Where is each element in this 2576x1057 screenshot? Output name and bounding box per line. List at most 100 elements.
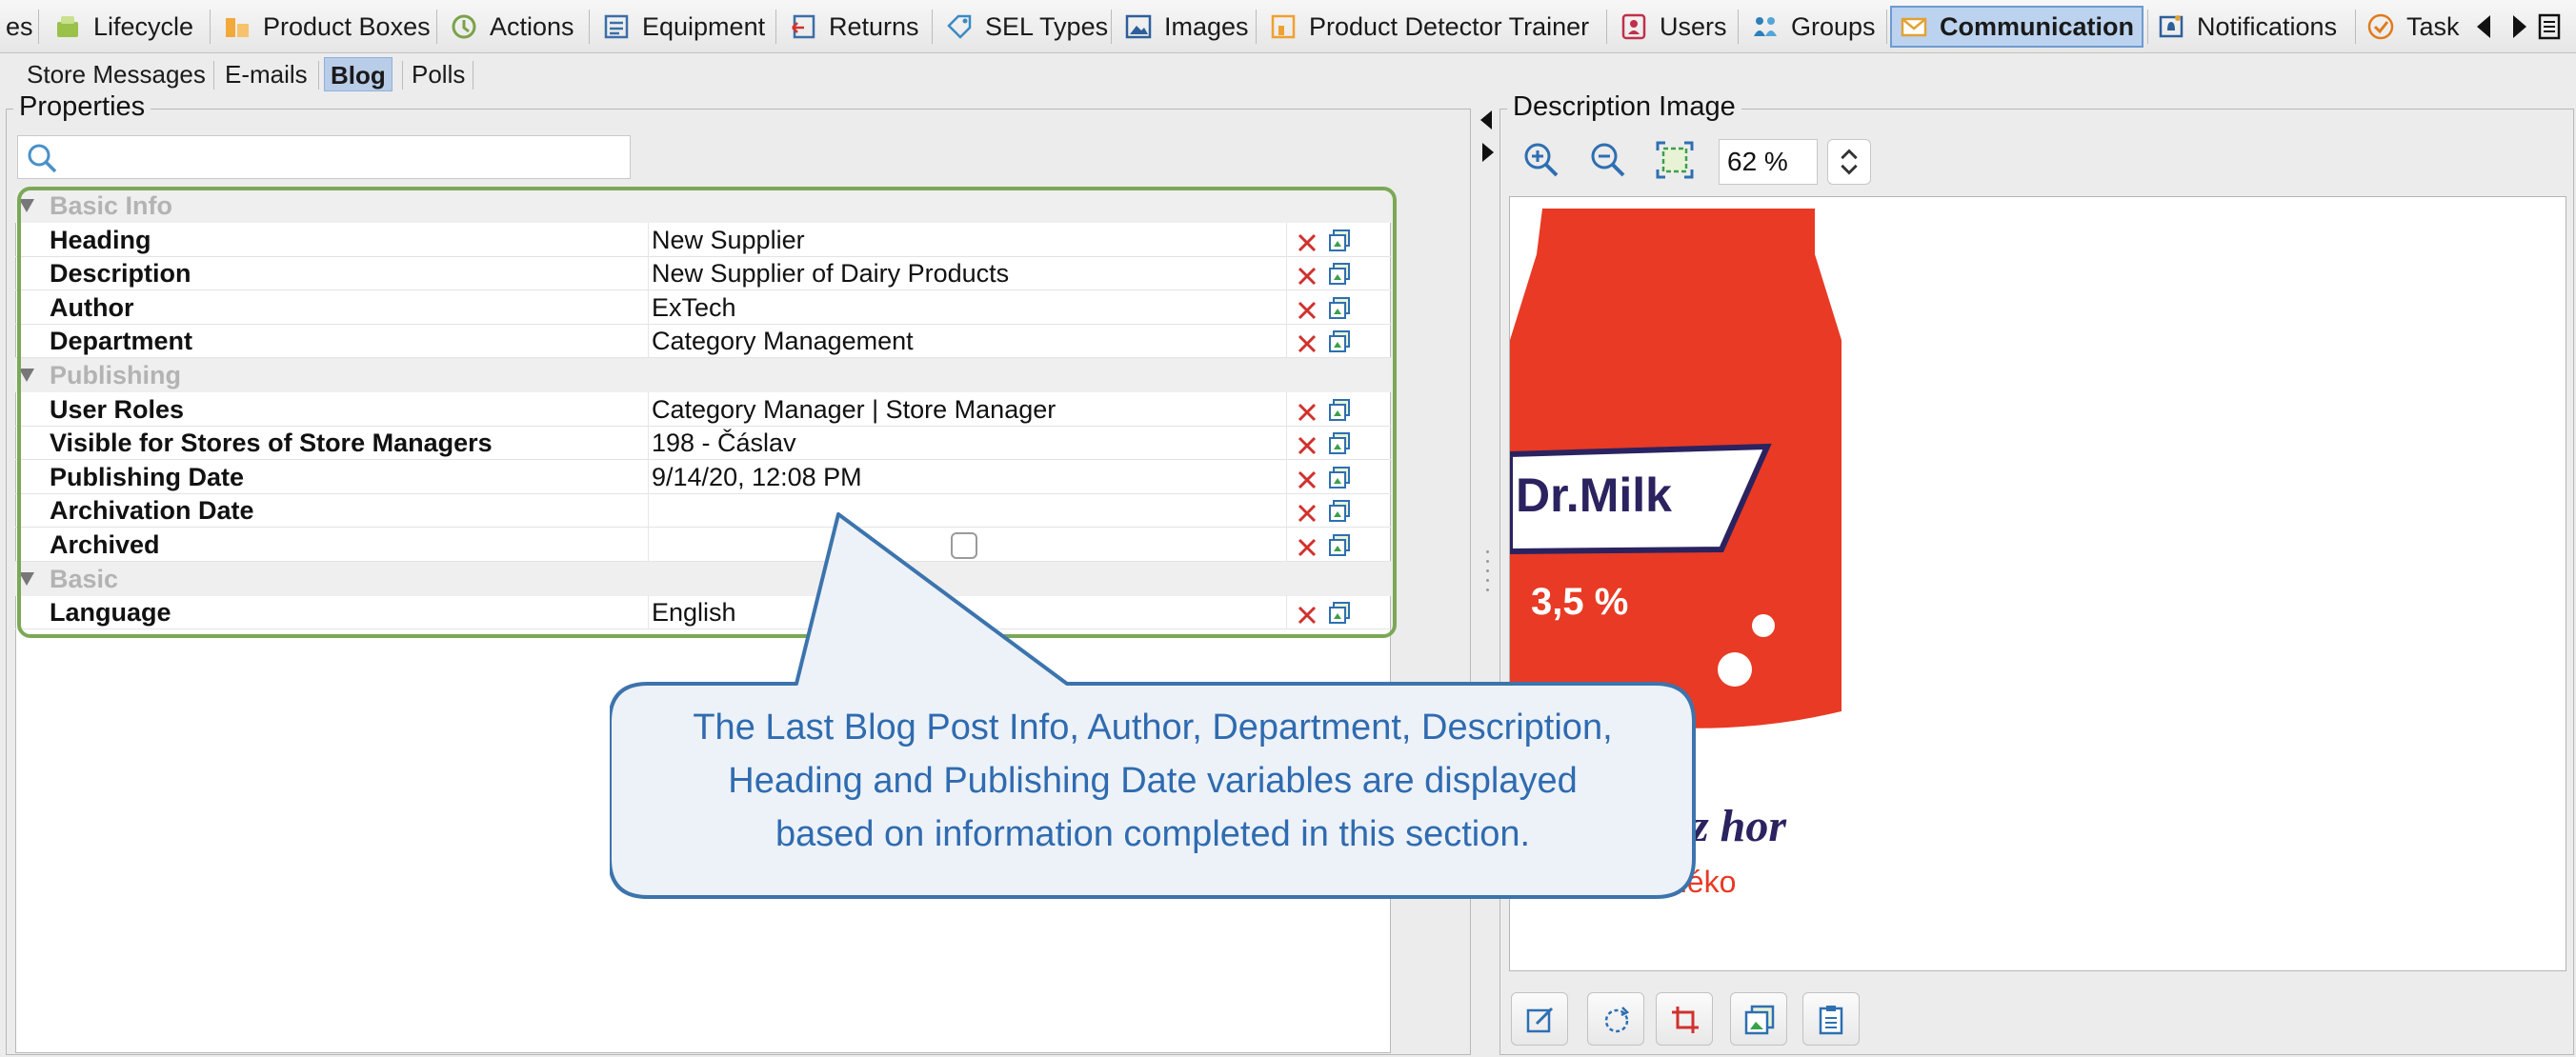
- zoom-out-icon[interactable]: [1587, 139, 1629, 181]
- clear-value-icon[interactable]: [1296, 398, 1318, 421]
- copy-value-icon[interactable]: [1328, 295, 1351, 320]
- edit-icon: [1526, 1007, 1554, 1033]
- copy-value-icon[interactable]: [1328, 397, 1351, 422]
- zoom-in-icon[interactable]: [1520, 139, 1562, 181]
- clear-value-icon[interactable]: [1296, 296, 1318, 319]
- tab-separator: [2355, 10, 2356, 44]
- tab-separator: [589, 10, 590, 44]
- rotate-image-button[interactable]: [1587, 992, 1644, 1046]
- tab-returns[interactable]: Returns: [781, 6, 927, 48]
- property-row[interactable]: Visible for Stores of Store Managers 198 …: [15, 426, 1391, 461]
- tab-images[interactable]: Images: [1117, 6, 1257, 48]
- zoom-level-input[interactable]: 62 %: [1719, 139, 1818, 185]
- tab-separator: [436, 10, 437, 44]
- copy-value-icon[interactable]: [1328, 228, 1351, 252]
- tab-label: Equipment: [642, 11, 766, 41]
- collapse-toggle-icon[interactable]: [19, 199, 34, 212]
- tab-product-boxes[interactable]: Product Boxes: [215, 6, 438, 48]
- tab-communication[interactable]: Communication: [1890, 6, 2144, 48]
- category-row[interactable]: Basic Info: [15, 189, 1391, 223]
- property-name: Archived: [50, 530, 160, 559]
- clear-value-icon[interactable]: [1296, 262, 1318, 286]
- replace-image-button[interactable]: [1730, 992, 1787, 1046]
- tab-label: Users: [1660, 11, 1727, 41]
- copy-value-icon[interactable]: [1328, 430, 1351, 455]
- collapse-right-icon[interactable]: [1482, 143, 1494, 162]
- property-row[interactable]: Department Category Management: [15, 324, 1391, 359]
- property-value[interactable]: Category Management: [652, 324, 914, 358]
- copy-value-icon[interactable]: [1328, 465, 1351, 489]
- tab-label: Task: [2406, 11, 2460, 41]
- column-divider: [648, 222, 649, 257]
- tab-actions[interactable]: Actions: [442, 6, 582, 48]
- subtab-polls[interactable]: Polls: [406, 57, 471, 91]
- callout-line: The Last Blog Post Info, Author, Departm…: [693, 708, 1613, 748]
- property-value[interactable]: Category Manager | Store Manager: [652, 392, 1056, 427]
- module-tab-bar: es Lifecycle Product Boxes Actions Equip…: [0, 0, 2576, 53]
- property-row[interactable]: Description New Supplier of Dairy Product…: [15, 256, 1391, 291]
- property-name: Language: [50, 598, 171, 628]
- collapse-toggle-icon[interactable]: [19, 369, 34, 382]
- fit-to-window-icon[interactable]: [1654, 139, 1696, 181]
- tab-users[interactable]: Users: [1612, 6, 1735, 48]
- property-value[interactable]: New Supplier: [652, 223, 805, 257]
- property-value[interactable]: ExTech: [652, 290, 736, 325]
- property-row[interactable]: Heading New Supplier: [15, 222, 1391, 257]
- clear-value-icon[interactable]: [1296, 229, 1318, 251]
- property-value[interactable]: New Supplier of Dairy Products: [652, 256, 1009, 290]
- copy-value-icon[interactable]: [1328, 261, 1351, 286]
- callout-line: based on information completed in this s…: [775, 814, 1531, 854]
- category-row[interactable]: Publishing: [15, 358, 1391, 392]
- property-name: Heading: [50, 225, 151, 254]
- actions-icon: [452, 14, 476, 39]
- tab-product-detector-trainer[interactable]: Product Detector Trainer: [1261, 6, 1597, 48]
- groups-icon: [1754, 17, 1777, 36]
- property-row[interactable]: Author ExTech: [15, 289, 1391, 325]
- paste-image-button[interactable]: [1802, 992, 1860, 1046]
- subtab-store-messages[interactable]: Store Messages: [21, 57, 211, 91]
- property-row[interactable]: Publishing Date 9/14/20, 12:08 PM: [15, 459, 1391, 494]
- subtab-separator: [213, 61, 214, 90]
- crop-image-button[interactable]: [1656, 992, 1713, 1046]
- scroll-right-icon[interactable]: [2513, 15, 2526, 38]
- tab-lifecycle[interactable]: Lifecycle: [46, 6, 201, 48]
- category-label: Basic: [50, 564, 119, 593]
- tab-label: es: [6, 11, 33, 41]
- clear-value-icon[interactable]: [1296, 329, 1318, 353]
- tab-list-icon[interactable]: [2538, 13, 2563, 40]
- properties-search-input[interactable]: [17, 135, 631, 179]
- rotate-icon: [1604, 1007, 1630, 1033]
- tab-partial[interactable]: es: [0, 6, 41, 48]
- tab-sel-types[interactable]: SEL Types: [937, 6, 1116, 48]
- property-name: Department: [50, 327, 193, 356]
- tab-equipment[interactable]: Equipment: [594, 6, 773, 48]
- tab-notifications[interactable]: Notifications: [2149, 6, 2345, 48]
- properties-title: Properties: [13, 91, 151, 123]
- tab-separator: [2147, 10, 2148, 44]
- tab-separator: [1111, 10, 1112, 44]
- scroll-left-icon[interactable]: [2477, 15, 2490, 38]
- clear-value-icon[interactable]: [1296, 431, 1318, 455]
- image-icon: [1125, 14, 1152, 39]
- copy-value-icon[interactable]: [1328, 329, 1351, 353]
- column-divider: [648, 391, 649, 427]
- description-image-title: Description Image: [1507, 91, 1741, 123]
- subtab-emails[interactable]: E-mails: [219, 57, 313, 91]
- property-value[interactable]: 9/14/20, 12:08 PM: [652, 460, 862, 494]
- property-value[interactable]: 198 - Čáslav: [652, 426, 796, 460]
- column-divider: [1286, 256, 1287, 291]
- collapse-left-icon[interactable]: [1480, 110, 1492, 130]
- clear-value-icon[interactable]: [1296, 466, 1318, 489]
- column-divider: [1286, 391, 1287, 427]
- column-divider: [1286, 459, 1287, 494]
- tab-label: Groups: [1791, 11, 1876, 41]
- subtab-blog[interactable]: Blog: [324, 57, 392, 91]
- tab-task[interactable]: Task: [2359, 6, 2467, 48]
- tab-separator: [932, 10, 933, 44]
- zoom-spinner[interactable]: [1827, 139, 1871, 185]
- edit-image-button[interactable]: [1511, 992, 1568, 1046]
- collapse-toggle-icon[interactable]: [19, 571, 34, 586]
- property-row[interactable]: User Roles Category Manager | Store Manag…: [15, 391, 1391, 427]
- tab-label: SEL Types: [985, 11, 1109, 41]
- tab-groups[interactable]: Groups: [1743, 6, 1883, 48]
